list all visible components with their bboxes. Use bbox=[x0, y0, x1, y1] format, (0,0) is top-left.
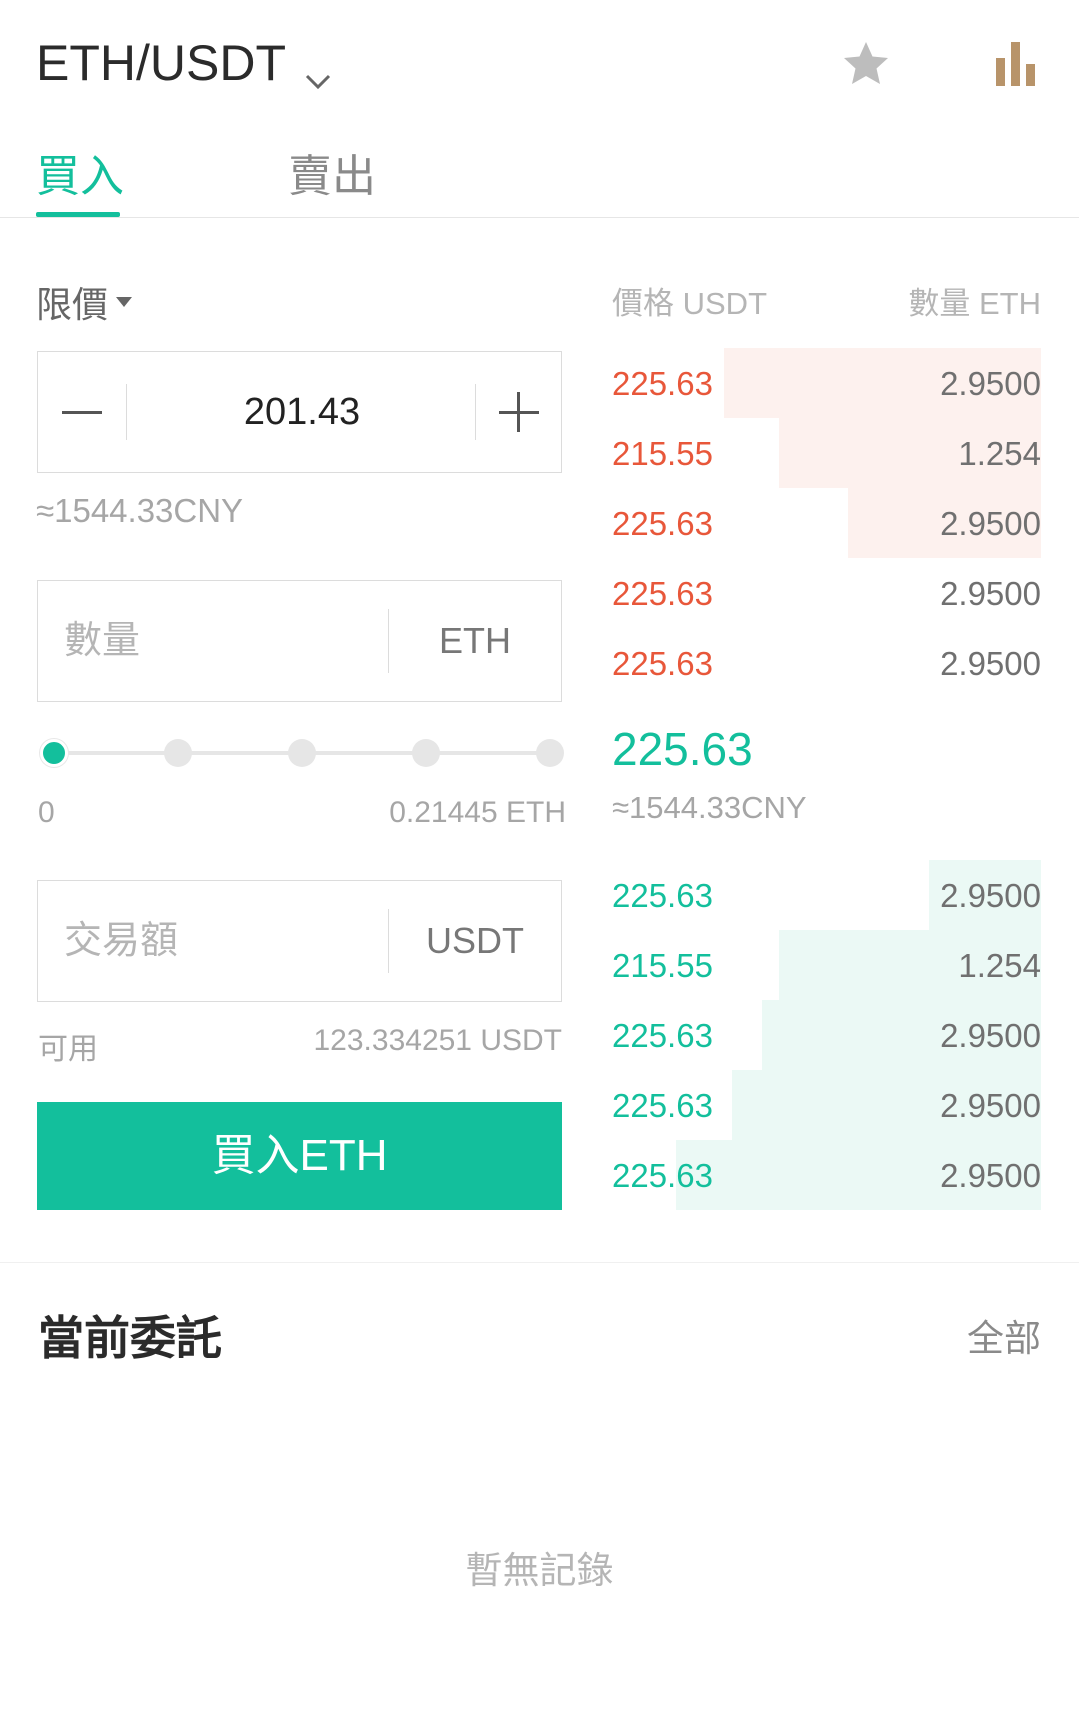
last-price-cny: ≈1544.33CNY bbox=[612, 790, 807, 825]
ask-qty: 1.254 bbox=[958, 435, 1041, 472]
star-icon[interactable] bbox=[840, 38, 892, 90]
bid-row[interactable]: 225.63 2.9500 bbox=[612, 1140, 1041, 1210]
stepper-divider bbox=[126, 384, 127, 440]
amount-field: ETH bbox=[37, 580, 562, 702]
slider-max-label: 0.21445 ETH bbox=[389, 796, 566, 829]
bid-row[interactable]: 225.63 2.9500 bbox=[612, 860, 1041, 930]
amount-unit: ETH bbox=[439, 620, 511, 661]
pair-name: ETH/USDT bbox=[36, 35, 286, 91]
decrease-price-button[interactable] bbox=[38, 352, 126, 472]
tab-sell[interactable]: 賣出 bbox=[288, 140, 376, 217]
slider-step-75[interactable] bbox=[412, 739, 440, 767]
ask-row[interactable]: 225.63 2.9500 bbox=[612, 558, 1041, 628]
amount-input[interactable] bbox=[64, 581, 404, 701]
ask-price: 225.63 bbox=[612, 645, 713, 682]
price-stepper bbox=[37, 351, 562, 473]
current-orders-title: 當前委託 bbox=[38, 1312, 222, 1364]
tab-buy[interactable]: 買入 bbox=[36, 140, 124, 217]
ask-row[interactable]: 225.63 2.9500 bbox=[612, 488, 1041, 558]
available-label: 可用 bbox=[38, 1033, 98, 1066]
increase-price-button[interactable] bbox=[475, 352, 561, 472]
slider-step-50[interactable] bbox=[288, 739, 316, 767]
ask-row[interactable]: 225.63 2.9500 bbox=[612, 348, 1041, 418]
available-balance: 123.334251 USDT bbox=[313, 1024, 563, 1057]
section-divider bbox=[0, 1262, 1079, 1263]
total-input[interactable] bbox=[64, 881, 404, 1001]
bid-price: 225.63 bbox=[612, 877, 713, 914]
orderbook-price-header: 價格 USDT bbox=[612, 286, 767, 321]
bid-price: 225.63 bbox=[612, 1087, 713, 1124]
bid-qty: 2.9500 bbox=[940, 1087, 1041, 1124]
header: ETH/USDT bbox=[0, 0, 1079, 130]
total-unit: USDT bbox=[426, 920, 524, 961]
amount-slider[interactable] bbox=[38, 736, 568, 770]
bid-price: 215.55 bbox=[612, 947, 713, 984]
pair-selector[interactable]: ETH/USDT bbox=[36, 34, 332, 92]
buy-eth-button[interactable]: 買入ETH bbox=[37, 1102, 562, 1210]
slider-step-25[interactable] bbox=[164, 739, 192, 767]
slider-step-100[interactable] bbox=[536, 739, 564, 767]
bar-chart-icon[interactable] bbox=[990, 38, 1042, 90]
ask-price: 225.63 bbox=[612, 365, 713, 402]
caret-down-icon bbox=[116, 297, 133, 307]
ask-price: 225.63 bbox=[612, 505, 713, 542]
ask-qty: 2.9500 bbox=[940, 575, 1041, 612]
price-input[interactable] bbox=[128, 352, 476, 472]
bid-qty: 1.254 bbox=[958, 947, 1041, 984]
ask-qty: 2.9500 bbox=[940, 645, 1041, 682]
chevron-down-icon bbox=[304, 49, 332, 90]
order-type-dropdown[interactable]: 限價 bbox=[36, 276, 133, 328]
bid-row[interactable]: 225.63 2.9500 bbox=[612, 1070, 1041, 1140]
bid-row[interactable]: 225.63 2.9500 bbox=[612, 1000, 1041, 1070]
price-cny-estimate: ≈1544.33CNY bbox=[36, 492, 244, 529]
ask-qty: 2.9500 bbox=[940, 505, 1041, 542]
ask-row[interactable]: 225.63 2.9500 bbox=[612, 628, 1041, 698]
order-type-label: 限價 bbox=[36, 284, 109, 325]
last-price[interactable]: 225.63 bbox=[612, 722, 753, 776]
ask-price: 215.55 bbox=[612, 435, 713, 472]
active-tab-indicator bbox=[36, 212, 120, 217]
ask-row[interactable]: 215.55 1.254 bbox=[612, 418, 1041, 488]
empty-orders-message: 暫無記錄 bbox=[465, 1550, 614, 1591]
bid-price: 225.63 bbox=[612, 1017, 713, 1054]
total-field: USDT bbox=[37, 880, 562, 1002]
bid-row[interactable]: 215.55 1.254 bbox=[612, 930, 1041, 1000]
trade-tabs: 買入 賣出 bbox=[0, 140, 1079, 218]
ask-price: 225.63 bbox=[612, 575, 713, 612]
bid-qty: 2.9500 bbox=[940, 877, 1041, 914]
ask-qty: 2.9500 bbox=[940, 365, 1041, 402]
bid-qty: 2.9500 bbox=[940, 1157, 1041, 1194]
view-all-orders-link[interactable]: 全部 bbox=[900, 1308, 1041, 1362]
slider-step-0[interactable] bbox=[40, 739, 68, 767]
bid-price: 225.63 bbox=[612, 1157, 713, 1194]
orderbook-qty-header: 數量 ETH bbox=[908, 286, 1041, 321]
bid-qty: 2.9500 bbox=[940, 1017, 1041, 1054]
slider-min-label: 0 bbox=[38, 796, 55, 829]
